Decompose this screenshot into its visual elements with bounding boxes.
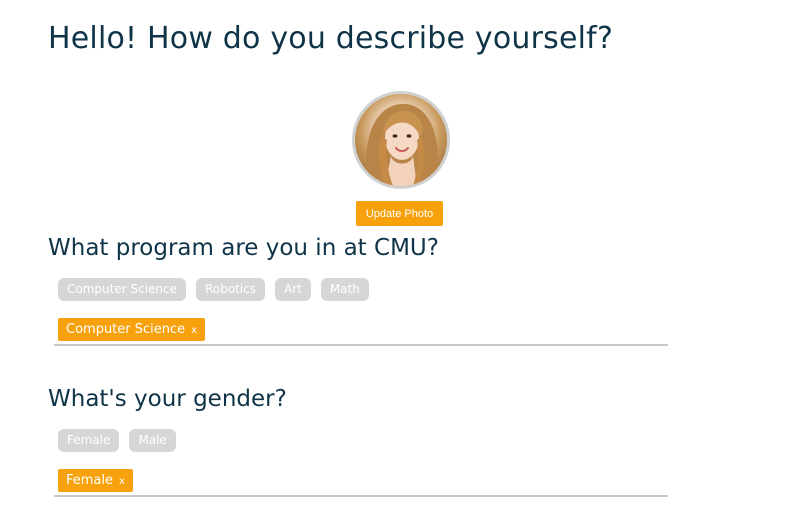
gender-selected-field[interactable]: Female x	[54, 465, 668, 497]
program-option-math[interactable]: Math	[320, 278, 369, 301]
program-option-robotics[interactable]: Robotics	[196, 278, 265, 301]
program-remove-icon[interactable]: x	[191, 317, 197, 342]
program-selected-label: Computer Science	[66, 322, 186, 337]
gender-options: Female Male	[58, 429, 176, 452]
gender-selected-chip: Female x	[58, 469, 133, 492]
program-question: What program are you in at CMU?	[48, 235, 439, 261]
gender-option-female[interactable]: Female	[58, 429, 120, 452]
gender-question: What's your gender?	[48, 386, 287, 412]
program-option-computer-science[interactable]: Computer Science	[58, 278, 186, 301]
program-option-art[interactable]: Art	[275, 278, 311, 301]
gender-remove-icon[interactable]: x	[119, 468, 125, 493]
page-title: Hello! How do you describe yourself?	[48, 21, 614, 56]
program-selected-field[interactable]: Computer Science x	[54, 314, 668, 346]
gender-option-male[interactable]: Male	[129, 429, 176, 452]
update-photo-button[interactable]: Update Photo	[356, 201, 443, 226]
avatar	[352, 91, 450, 189]
program-selected-chip: Computer Science x	[58, 317, 206, 342]
gender-selected-label: Female	[66, 473, 114, 488]
program-options: Computer Science Robotics Art Math	[58, 278, 369, 301]
profile-photo-icon	[366, 103, 438, 186]
